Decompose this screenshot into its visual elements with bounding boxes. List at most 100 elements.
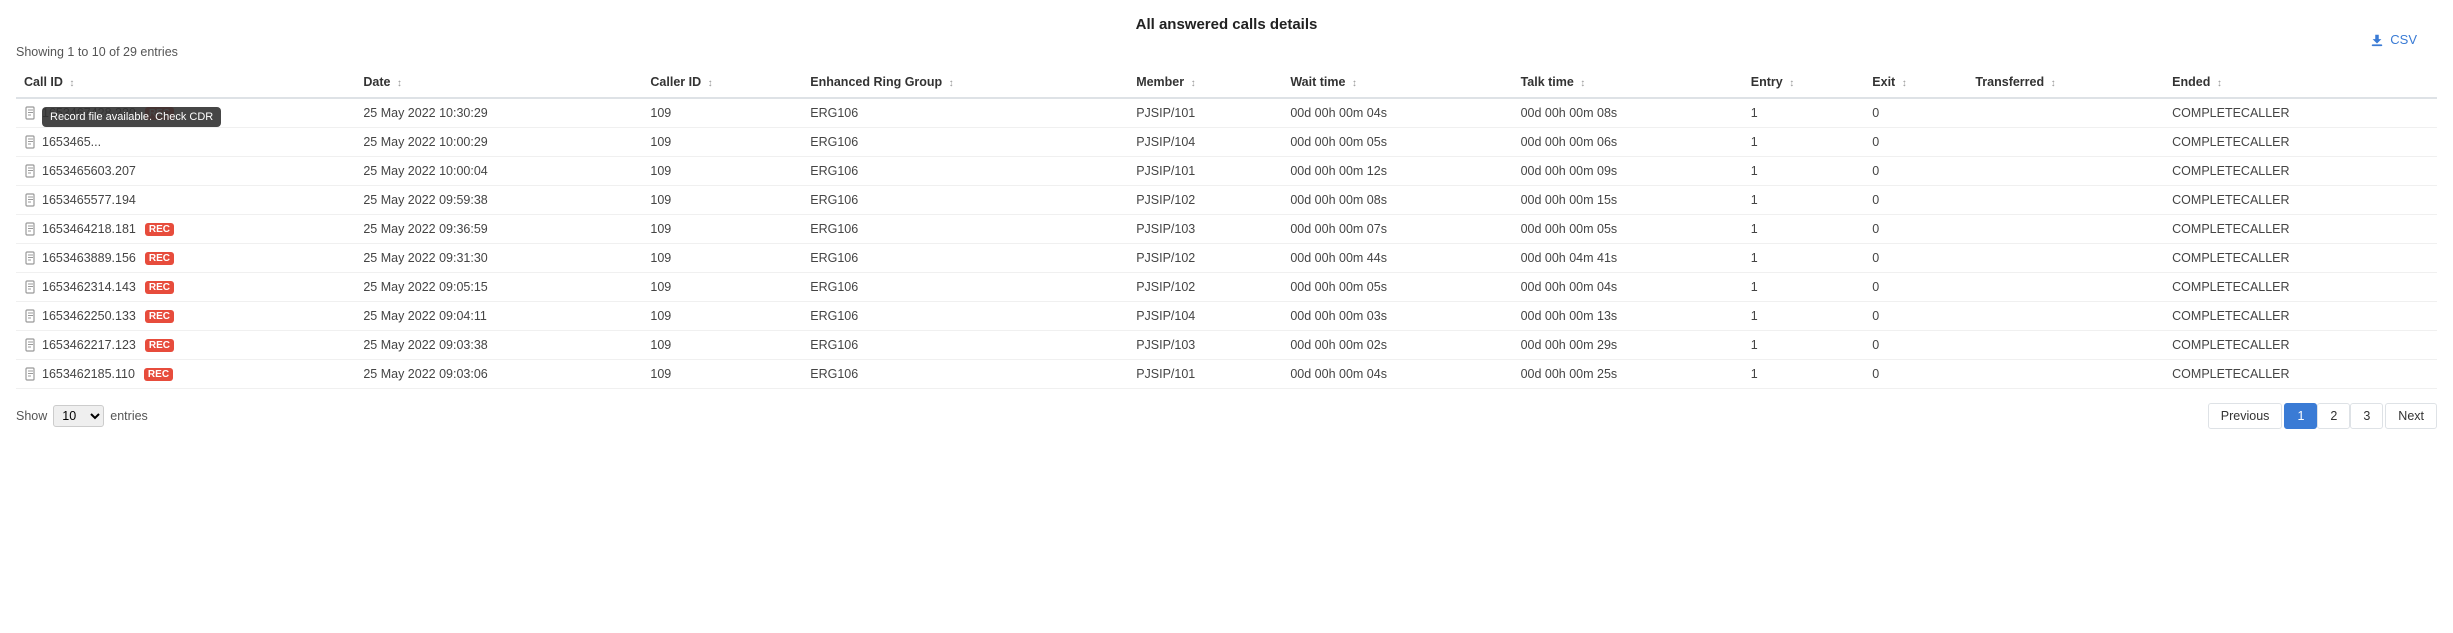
cell-talk-time: 00d 00h 04m 41s [1513,244,1743,273]
col-talk-time[interactable]: Talk time ↕ [1513,67,1743,98]
table-row: 1653462217.123REC25 May 2022 09:03:38109… [16,331,2437,360]
sort-arrow-wait-time: ↕ [1352,78,1357,89]
next-button[interactable]: Next [2385,403,2437,429]
sort-arrow-caller-id: ↕ [708,78,713,89]
cell-caller-id: 109 [642,360,802,389]
file-icon [24,135,38,149]
cell-talk-time: 00d 00h 00m 09s [1513,157,1743,186]
sort-arrow-ring-group: ↕ [949,78,954,89]
file-icon [24,367,38,381]
table-row: 1653462314.143REC25 May 2022 09:05:15109… [16,273,2437,302]
call-id-text: 1653462217.123 [42,338,136,352]
file-icon [24,164,38,178]
cell-date: 25 May 2022 10:30:29 [355,98,642,128]
page-btn-2[interactable]: 2 [2317,403,2350,429]
cell-wait-time: 00d 00h 00m 02s [1282,331,1512,360]
entries-select[interactable]: 102550100 [53,405,104,427]
entries-info: Showing 1 to 10 of 29 entries [16,45,2437,59]
cell-date: 25 May 2022 09:03:38 [355,331,642,360]
sort-arrow-exit: ↕ [1902,78,1907,89]
file-icon [24,309,38,323]
cell-date: 25 May 2022 09:05:15 [355,273,642,302]
col-caller-id[interactable]: Caller ID ↕ [642,67,802,98]
cell-date: 25 May 2022 09:59:38 [355,186,642,215]
table-row: 1653463889.156REC25 May 2022 09:31:30109… [16,244,2437,273]
cell-call-id: Record file available. Check CDR1653465.… [16,128,355,157]
col-date[interactable]: Date ↕ [355,67,642,98]
col-transferred[interactable]: Transferred ↕ [1967,67,2164,98]
cell-exit: 0 [1864,331,1967,360]
file-icon [24,193,38,207]
col-exit[interactable]: Exit ↕ [1864,67,1967,98]
cell-wait-time: 00d 00h 00m 08s [1282,186,1512,215]
cell-entry: 1 [1743,157,1865,186]
call-id-text: 1653465... [42,135,101,149]
cell-caller-id: 109 [642,244,802,273]
cell-exit: 0 [1864,244,1967,273]
cell-talk-time: 00d 00h 00m 08s [1513,98,1743,128]
cell-call-id: 1653465603.207 [16,157,355,186]
cell-transferred [1967,244,2164,273]
sort-arrow-entry: ↕ [1789,78,1794,89]
cell-ring-group: ERG106 [802,273,1128,302]
cell-transferred [1967,128,2164,157]
cell-talk-time: 00d 00h 00m 25s [1513,360,1743,389]
cell-entry: 1 [1743,273,1865,302]
cell-exit: 0 [1864,273,1967,302]
cell-wait-time: 00d 00h 00m 05s [1282,128,1512,157]
cell-ended: COMPLETECALLER [2164,128,2437,157]
call-id-text: 1653462250.133 [42,309,136,323]
cell-date: 25 May 2022 10:00:04 [355,157,642,186]
sort-arrow-call-id: ↕ [69,78,74,89]
cell-caller-id: 109 [642,331,802,360]
col-wait-time[interactable]: Wait time ↕ [1282,67,1512,98]
cell-transferred [1967,186,2164,215]
show-label: Show [16,409,47,423]
table-row: 1653462250.133REC25 May 2022 09:04:11109… [16,302,2437,331]
page-btn-3[interactable]: 3 [2350,403,2383,429]
col-call-id[interactable]: Call ID ↕ [16,67,355,98]
cell-ended: COMPLETECALLER [2164,215,2437,244]
cell-exit: 0 [1864,360,1967,389]
cell-ended: COMPLETECALLER [2164,331,2437,360]
col-ended[interactable]: Ended ↕ [2164,67,2437,98]
cell-ring-group: ERG106 [802,244,1128,273]
cell-date: 25 May 2022 09:03:06 [355,360,642,389]
cell-member: PJSIP/104 [1128,128,1282,157]
previous-button[interactable]: Previous [2208,403,2283,429]
call-id-text: 1653464218.181 [42,222,136,236]
cell-wait-time: 00d 00h 00m 05s [1282,273,1512,302]
call-id-text: 1653462314.143 [42,280,136,294]
cell-entry: 1 [1743,215,1865,244]
cell-exit: 0 [1864,215,1967,244]
cell-member: PJSIP/104 [1128,302,1282,331]
cell-member: PJSIP/101 [1128,98,1282,128]
cell-exit: 0 [1864,98,1967,128]
cell-entry: 1 [1743,98,1865,128]
entries-suffix: entries [110,409,148,423]
cell-ended: COMPLETECALLER [2164,244,2437,273]
page-buttons: 123 [2284,403,2383,429]
file-icon [24,338,38,352]
cell-exit: 0 [1864,157,1967,186]
cell-ended: COMPLETECALLER [2164,186,2437,215]
cell-entry: 1 [1743,186,1865,215]
cell-member: PJSIP/101 [1128,360,1282,389]
col-member[interactable]: Member ↕ [1128,67,1282,98]
call-id-text: 1653467428.230 [42,106,136,120]
rec-badge: REC [145,310,174,323]
cell-call-id: 1653462314.143REC [16,273,355,302]
cell-transferred [1967,360,2164,389]
rec-badge: REC [145,223,174,236]
cell-ring-group: ERG106 [802,128,1128,157]
download-icon [2370,33,2384,47]
cell-talk-time: 00d 00h 00m 06s [1513,128,1743,157]
cell-exit: 0 [1864,186,1967,215]
col-entry[interactable]: Entry ↕ [1743,67,1865,98]
col-ring-group[interactable]: Enhanced Ring Group ↕ [802,67,1128,98]
page-btn-1[interactable]: 1 [2284,403,2317,429]
cell-transferred [1967,302,2164,331]
call-id-text: 1653465577.194 [42,193,136,207]
rec-badge: REC [144,368,173,381]
csv-button[interactable]: CSV [2370,32,2417,47]
